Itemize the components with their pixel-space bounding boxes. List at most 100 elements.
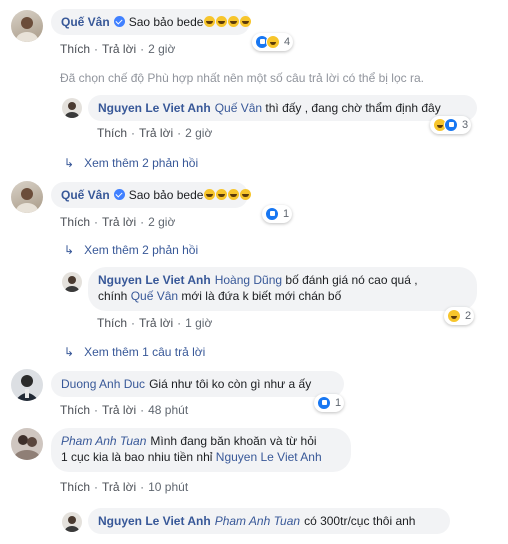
reply-author[interactable]: Nguyen Le Viet Anh (98, 514, 211, 528)
avatar-image (65, 102, 79, 118)
reaction-count: 1 (335, 397, 342, 409)
reply-link[interactable]: Trả lời (139, 126, 173, 140)
reaction-count: 2 (465, 310, 472, 322)
reply-actions: Thích · Trả lời · 1 giờ (97, 316, 213, 330)
avatar-image (15, 375, 39, 401)
comment-actions: Thích · Trả lời · 2 giờ (60, 215, 176, 229)
reply-link[interactable]: Trả lời (139, 316, 173, 330)
reaction-count: 4 (284, 36, 291, 48)
view-more-label[interactable]: Xem thêm 1 câu trả lời (84, 345, 205, 359)
comment-time[interactable]: 2 giờ (148, 215, 175, 229)
comment-time[interactable]: 10 phút (148, 480, 188, 494)
rofl-emoji-icon (204, 16, 216, 27)
reaction-count: 3 (462, 119, 469, 131)
haha-reaction-icon (266, 35, 280, 49)
avatar-que-van[interactable] (11, 181, 43, 213)
mention-link[interactable]: Pham Anh Tuan (215, 514, 300, 528)
reaction-summary[interactable]: 2 (444, 307, 475, 325)
view-more-replies-link[interactable]: ↳ Xem thêm 1 câu trả lời (64, 345, 205, 359)
like-link[interactable]: Thích (97, 316, 127, 330)
reply-bubble: Nguyen Le Viet Anh Pham Anh Tuan có 300tr/… (88, 508, 450, 534)
reply-bubble: Nguyen Le Viet Anh Quế Vân thì đấy , đang… (88, 95, 477, 121)
reply-text-line2b: mới là đứa k biết mới chán bố (181, 289, 342, 303)
reply-time[interactable]: 1 giờ (185, 316, 212, 330)
reaction-summary[interactable]: 3 (430, 116, 472, 134)
view-more-label[interactable]: Xem thêm 2 phản hồi (84, 243, 198, 257)
avatar-image (14, 435, 40, 460)
avatar-image (65, 276, 79, 292)
avatar-pham-anh-tuan[interactable] (11, 428, 43, 460)
comment-actions: Thích · Trả lời · 48 phút (60, 403, 189, 417)
view-more-replies-link[interactable]: ↳ Xem thêm 2 phản hồi (64, 156, 198, 170)
comment-text-line2: 1 cục kia là bao nhiu tiền nhỉ (61, 450, 213, 464)
reply-link[interactable]: Trả lời (102, 403, 136, 417)
filter-notice: Đã chọn chế độ Phù hợp nhất nên một số c… (60, 71, 424, 85)
like-reaction-icon (444, 118, 458, 132)
verified-badge-icon (113, 189, 125, 200)
reply-text: có 300tr/cục thôi anh (304, 514, 416, 528)
reaction-summary[interactable]: 1 (262, 205, 293, 223)
like-link[interactable]: Thích (97, 126, 127, 140)
comment-text-line1: Mình đang băn khoăn và từ hỏi (150, 434, 317, 448)
comment-author[interactable]: Quế Vân (61, 15, 110, 29)
reply-link[interactable]: Trả lời (102, 42, 136, 56)
reply-author[interactable]: Nguyen Le Viet Anh (98, 273, 211, 287)
comment-text: Giá như tôi ko còn gì như a ấy (149, 377, 312, 391)
reply-text-line2a: chính (98, 289, 128, 303)
comment-text: Sao bảo bede (128, 15, 204, 29)
avatar-image (16, 17, 38, 42)
like-link[interactable]: Thích (60, 215, 90, 229)
comment-bubble: Quế Vân Sao bảo bede (51, 182, 252, 208)
avatar-que-van[interactable] (11, 10, 43, 42)
mention-link[interactable]: Quế Vân (215, 101, 262, 115)
rofl-emoji-icon (240, 189, 252, 200)
comment-time[interactable]: 2 giờ (148, 42, 175, 56)
rofl-emoji-icon (228, 16, 240, 27)
reply-arrow-icon: ↳ (64, 345, 75, 359)
comment-actions: Thích · Trả lời · 10 phút (60, 480, 189, 494)
avatar-image (65, 516, 79, 532)
reply-actions: Thích · Trả lời · 2 giờ (97, 126, 213, 140)
avatar-image (16, 188, 38, 213)
comment-author[interactable]: Quế Vân (61, 188, 110, 202)
comment-author[interactable]: Pham Anh Tuan (61, 434, 146, 448)
comment-text: Sao bảo bede (128, 188, 204, 202)
like-link[interactable]: Thích (60, 480, 90, 494)
reply-text-line1: bố đánh giá nó cao quá , (285, 273, 418, 287)
reply-arrow-icon: ↳ (64, 243, 75, 257)
comment-bubble: Duong Anh Duc Giá như tôi ko còn gì như a… (51, 371, 344, 397)
reply-author[interactable]: Nguyen Le Viet Anh (98, 101, 211, 115)
reaction-count: 1 (283, 208, 290, 220)
reaction-summary[interactable]: 1 (314, 394, 345, 412)
mention-link[interactable]: Hoàng Dũng (215, 273, 282, 287)
view-more-replies-link[interactable]: ↳ Xem thêm 2 phản hồi (64, 243, 198, 257)
haha-reaction-icon (447, 309, 461, 323)
rofl-emoji-icon (240, 16, 252, 27)
like-link[interactable]: Thích (60, 42, 90, 56)
like-reaction-icon (265, 207, 279, 221)
avatar-nguyen-le-viet-anh[interactable] (62, 512, 82, 532)
rofl-emoji-icon (216, 189, 228, 200)
reply-link[interactable]: Trả lời (102, 215, 136, 229)
comment-bubble: Quế Vân Sao bảo bede (51, 9, 252, 35)
rofl-emoji-icon (228, 189, 240, 200)
view-more-label[interactable]: Xem thêm 2 phản hồi (84, 156, 198, 170)
mention-link[interactable]: Nguyen Le Viet Anh (216, 450, 322, 464)
reaction-summary[interactable]: 4 (252, 33, 294, 51)
comment-bubble: Pham Anh Tuan Mình đang băn khoăn và từ h… (51, 428, 351, 472)
avatar-nguyen-le-viet-anh[interactable] (62, 272, 82, 292)
verified-badge-icon (113, 16, 125, 27)
like-reaction-icon (317, 396, 331, 410)
comment-time[interactable]: 48 phút (148, 403, 188, 417)
rofl-emoji-icon (204, 189, 216, 200)
reply-text: thì đấy , đang chờ thẩm định đây (265, 101, 441, 115)
mention-link[interactable]: Quế Vân (131, 289, 178, 303)
reply-time[interactable]: 2 giờ (185, 126, 212, 140)
like-link[interactable]: Thích (60, 403, 90, 417)
avatar-duong-anh-duc[interactable] (11, 369, 43, 401)
avatar-nguyen-le-viet-anh[interactable] (62, 98, 82, 118)
reply-link[interactable]: Trả lời (102, 480, 136, 494)
comment-author[interactable]: Duong Anh Duc (61, 377, 145, 391)
reply-arrow-icon: ↳ (64, 156, 75, 170)
rofl-emoji-icon (216, 16, 228, 27)
